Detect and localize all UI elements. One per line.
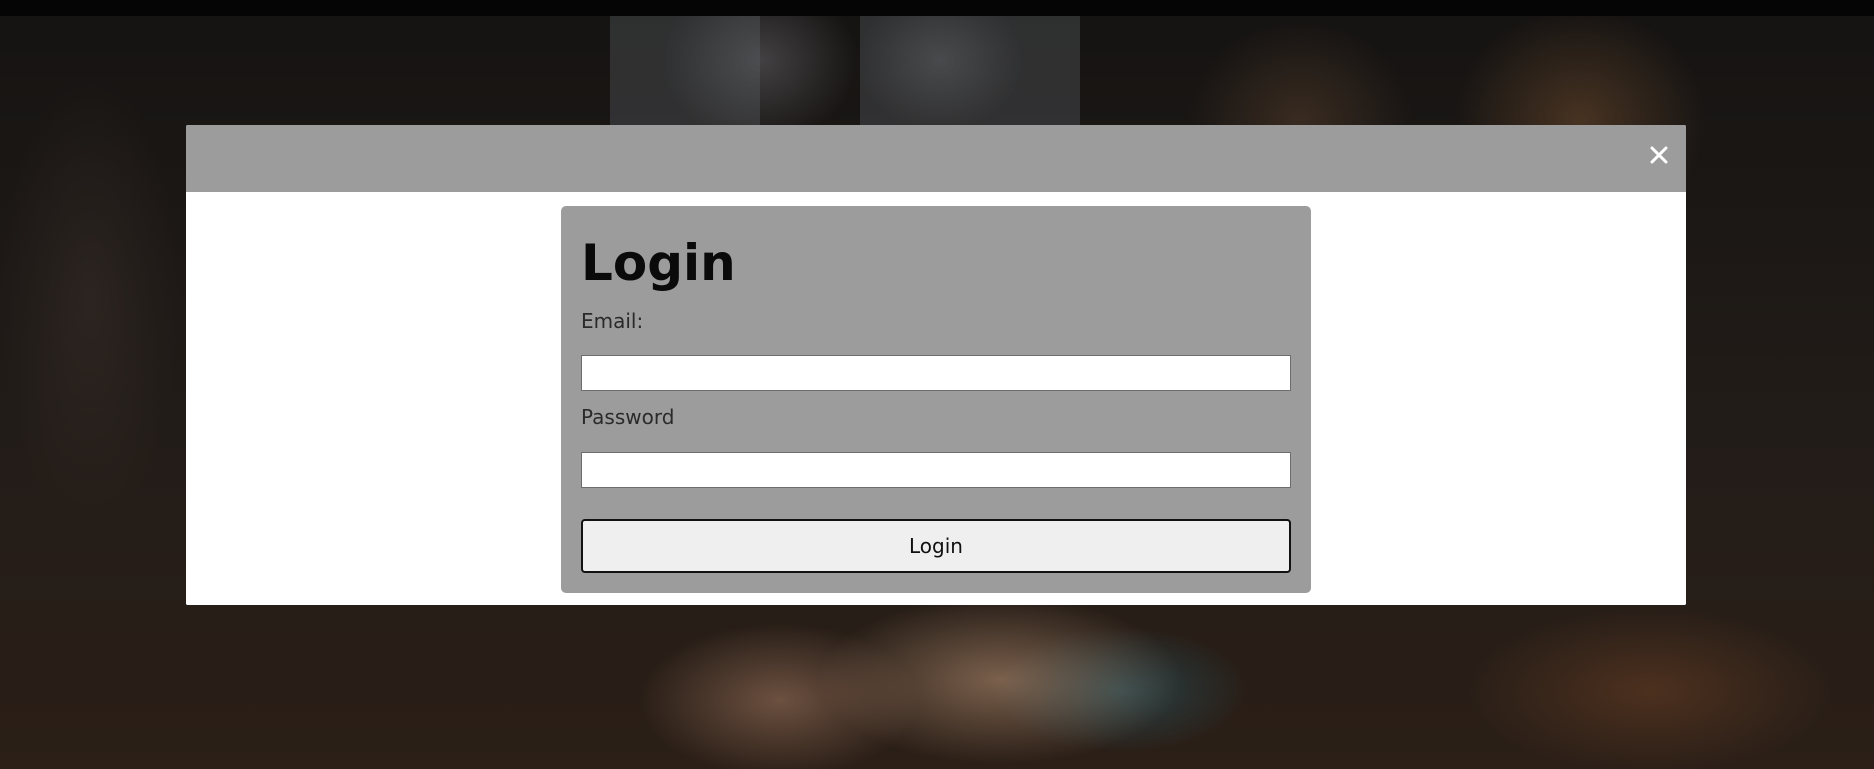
email-label: Email:	[581, 309, 644, 333]
password-field[interactable]	[581, 452, 1291, 488]
login-title: Login	[581, 234, 736, 292]
modal-body: Login Email: Password Login	[186, 192, 1686, 605]
modal-header	[186, 125, 1686, 192]
background-window	[610, 16, 760, 126]
login-form: Login Email: Password Login	[561, 206, 1311, 593]
email-field[interactable]	[581, 355, 1291, 391]
close-button[interactable]	[1646, 142, 1672, 168]
login-modal: Login Email: Password Login	[186, 125, 1686, 605]
close-icon	[1650, 146, 1668, 164]
background-window	[860, 16, 1080, 126]
top-bar	[0, 0, 1874, 16]
password-label: Password	[581, 405, 675, 429]
login-button[interactable]: Login	[581, 519, 1291, 573]
